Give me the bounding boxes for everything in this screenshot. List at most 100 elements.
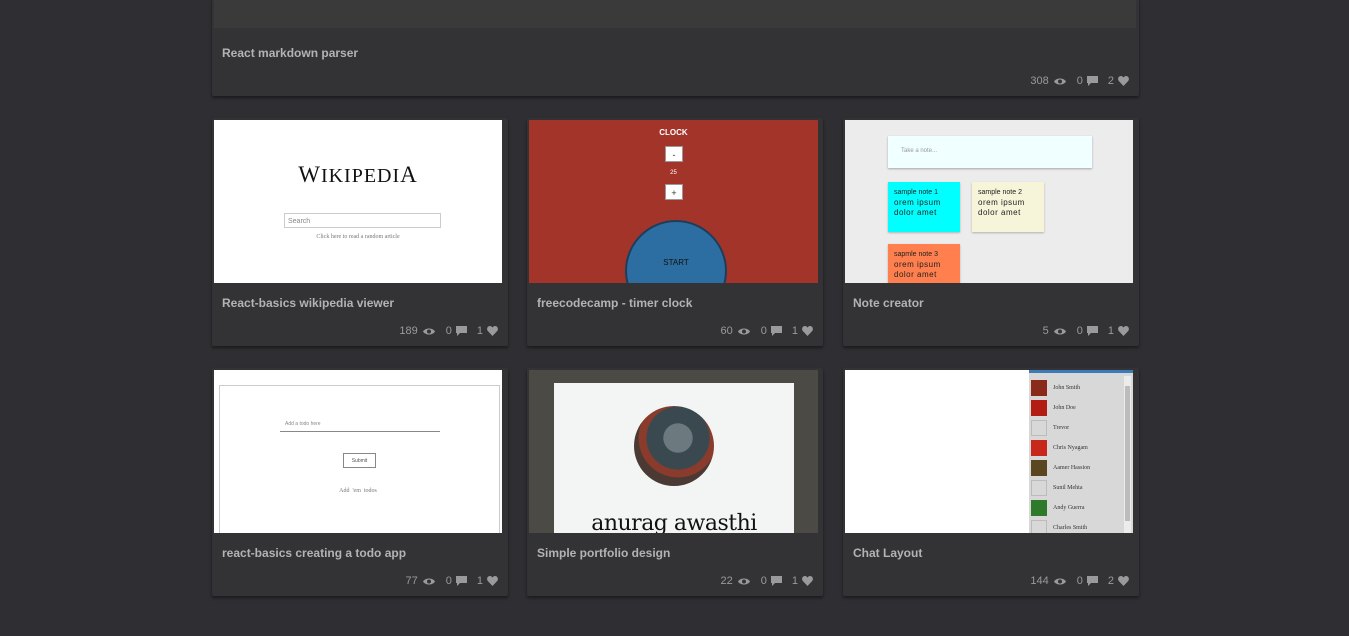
contact-item: Aamer Hassion (1031, 458, 1090, 478)
project-stats: 5 0 1 (1043, 325, 1129, 337)
contact-name: Trevor (1053, 425, 1070, 431)
heart-icon (802, 326, 813, 336)
contact-item: Charles Smith (1031, 518, 1087, 533)
views-stat: 308 (1030, 75, 1066, 87)
note-body: orem ipsum (978, 198, 1025, 207)
avatar (1031, 460, 1047, 476)
comment-icon (770, 576, 782, 586)
project-stats: 77 0 1 (406, 575, 499, 587)
likes-stat: 1 (1108, 325, 1129, 337)
decrement-button: - (665, 146, 683, 162)
project-title[interactable]: React-basics wikipedia viewer (222, 296, 394, 310)
project-title[interactable]: Note creator (853, 296, 924, 310)
project-title[interactable]: react-basics creating a todo app (222, 546, 406, 560)
project-card-markdown[interactable]: React markdown parser 308 0 2 (212, 0, 1139, 96)
contact-name: John Smith (1053, 385, 1081, 391)
eye-icon (1053, 328, 1066, 334)
views-stat: 60 (721, 325, 751, 337)
scrollbar-thumb (1125, 386, 1130, 521)
project-card-wikipedia[interactable]: WIKIPEDIA Search Click here to read a ra… (212, 118, 508, 346)
note-card: sapmle note 3 orem ipsum dolor amet (888, 244, 960, 283)
comments-count: 0 (445, 325, 452, 337)
comments-count: 0 (1076, 325, 1083, 337)
contact-item: Trevor (1031, 418, 1069, 438)
note-input: Take a note... (888, 136, 1092, 168)
contact-name: Andy Guerra (1053, 505, 1085, 511)
start-button: START (625, 220, 727, 283)
project-thumbnail[interactable] (214, 0, 1136, 28)
likes-count: 1 (1107, 325, 1114, 337)
project-card-timer[interactable]: CLOCK - 25 + START freecodecamp - timer … (527, 118, 823, 346)
note-body: dolor amet (894, 270, 937, 279)
comments-stat: 0 (1077, 575, 1098, 587)
wiki-search-input: Search (284, 213, 441, 228)
project-thumbnail[interactable]: Add a todo here Submit Add 'em todos (214, 370, 502, 533)
comments-count: 0 (1076, 575, 1083, 587)
note-title: sapmle note 3 (894, 251, 938, 258)
comments-stat: 0 (1077, 75, 1098, 87)
views-stat: 189 (399, 325, 435, 337)
comment-icon (770, 326, 782, 336)
heart-icon (1118, 576, 1129, 586)
contact-name: Charles Smith (1053, 525, 1088, 531)
page: React markdown parser 308 0 2 WIKIPEDIA … (0, 0, 1349, 636)
project-stats: 189 0 1 (399, 325, 498, 337)
project-thumbnail[interactable]: CLOCK - 25 + START (529, 120, 818, 283)
avatar (1031, 420, 1047, 436)
avatar (1031, 440, 1047, 456)
likes-stat: 1 (792, 325, 813, 337)
likes-stat: 2 (1108, 575, 1129, 587)
comments-count: 0 (1076, 75, 1083, 87)
project-title[interactable]: freecodecamp - timer clock (537, 296, 692, 310)
eye-icon (1053, 78, 1066, 84)
avatar (634, 406, 714, 486)
todos-heading: Add 'em todos (339, 488, 377, 494)
portfolio-page: anurag awasthi (554, 383, 794, 533)
project-thumbnail[interactable]: Take a note... sample note 1 orem ipsum … (845, 120, 1133, 283)
project-title[interactable]: Chat Layout (853, 546, 922, 560)
project-title[interactable]: React markdown parser (222, 46, 358, 60)
random-article-link: Click here to read a random article (316, 234, 400, 240)
increment-button: + (665, 184, 683, 200)
project-thumbnail[interactable]: anurag awasthi (529, 370, 818, 533)
contact-name: John Doe (1053, 405, 1076, 411)
wikipedia-logo: WIKIPEDIA (298, 162, 418, 187)
contact-name: Aamer Hassion (1053, 465, 1091, 471)
views-stat: 22 (721, 575, 751, 587)
heart-icon (487, 576, 498, 586)
avatar (1031, 400, 1047, 416)
note-body: dolor amet (894, 208, 937, 217)
project-thumbnail[interactable]: John Smith John Doe Trevor Chris Nyagam … (845, 370, 1133, 533)
scrollbar (1124, 376, 1131, 533)
project-card-chat[interactable]: John Smith John Doe Trevor Chris Nyagam … (843, 368, 1139, 596)
contact-item: Sunil Mehta (1031, 478, 1083, 498)
note-card: sample note 2 orem ipsum dolor amet (972, 182, 1044, 232)
project-thumbnail[interactable]: WIKIPEDIA Search Click here to read a ra… (214, 120, 502, 283)
eye-icon (1053, 578, 1066, 584)
views-stat: 5 (1043, 325, 1067, 337)
project-card-portfolio[interactable]: anurag awasthi Simple portfolio design 2… (527, 368, 823, 596)
project-card-notes[interactable]: Take a note... sample note 1 orem ipsum … (843, 118, 1139, 346)
todo-input: Add a todo here (280, 416, 440, 432)
views-count: 22 (720, 575, 733, 587)
heart-icon (487, 326, 498, 336)
likes-count: 2 (1107, 575, 1114, 587)
likes-count: 1 (476, 325, 483, 337)
contact-list: John Smith John Doe Trevor Chris Nyagam … (1029, 370, 1133, 533)
eye-icon (737, 578, 750, 584)
comments-count: 0 (445, 575, 452, 587)
comment-icon (1086, 326, 1098, 336)
project-stats: 308 0 2 (1030, 75, 1129, 87)
contact-item: John Smith (1031, 378, 1080, 398)
views-count: 308 (1030, 75, 1049, 87)
contact-name: Chris Nyagam (1053, 445, 1088, 451)
likes-stat: 1 (792, 575, 813, 587)
avatar (1031, 480, 1047, 496)
project-stats: 144 0 2 (1030, 575, 1129, 587)
project-card-todo[interactable]: Add a todo here Submit Add 'em todos rea… (212, 368, 508, 596)
note-title: sample note 1 (894, 189, 938, 196)
views-count: 77 (405, 575, 418, 587)
likes-count: 2 (1107, 75, 1114, 87)
note-body: orem ipsum (894, 198, 941, 207)
project-title[interactable]: Simple portfolio design (537, 546, 670, 560)
